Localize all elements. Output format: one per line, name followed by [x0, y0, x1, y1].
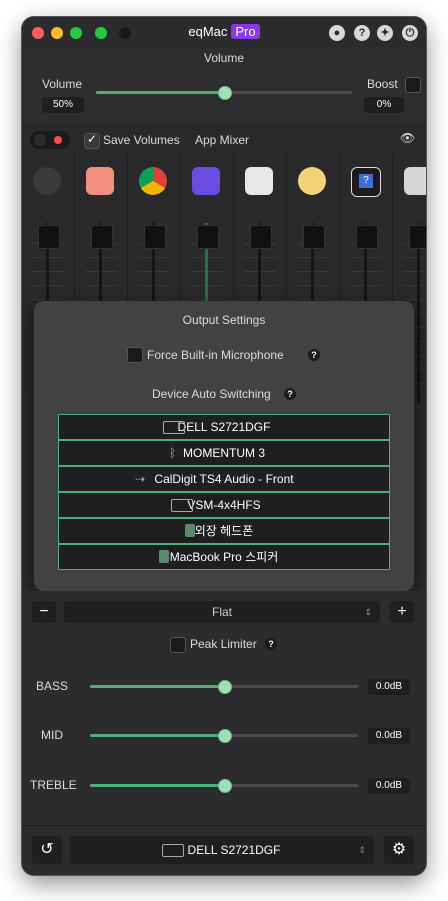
settings-gear-icon[interactable]: ⚙ — [384, 836, 414, 864]
wrench-icon[interactable]: ✦ — [377, 25, 393, 41]
notes-icon — [86, 167, 114, 195]
output-settings-popup: Output Settings Force Built-in Microphon… — [34, 301, 414, 591]
volume-slider-knob[interactable] — [218, 86, 232, 100]
app-yellow-icon — [298, 167, 326, 195]
chevron-updown-icon: ⇕ — [358, 845, 366, 855]
mid-label: MID — [41, 728, 63, 742]
fader-knob[interactable] — [197, 225, 219, 249]
popup-title: Output Settings — [182, 313, 266, 327]
volume-label: Volume — [42, 77, 83, 91]
peak-limiter-checkbox[interactable] — [170, 637, 186, 653]
device-item[interactable]: DELL S2721DGF — [58, 414, 390, 440]
speaker-icon — [33, 167, 61, 195]
fader-knob[interactable] — [303, 225, 325, 249]
boost-label: Boost — [367, 77, 398, 91]
mixer-toggle[interactable] — [30, 131, 70, 149]
volume-section-title: Volume — [203, 51, 245, 65]
hdmi-icon — [162, 844, 184, 857]
peak-limiter-label: Peak Limiter — [190, 637, 257, 651]
bass-value[interactable]: 0.0dB — [368, 679, 410, 695]
boost-value[interactable]: 0% — [364, 97, 404, 113]
pro-badge: Pro — [231, 24, 260, 39]
fader-track — [417, 223, 420, 403]
device-item[interactable]: ⇢ CalDigit TS4 Audio - Front — [58, 466, 390, 492]
fader-knob[interactable] — [250, 225, 272, 249]
fader-knob[interactable] — [144, 225, 166, 249]
title-bar: eqMac Pro ● ? ✦ ⏻ — [22, 17, 426, 47]
force-mic-label: Force Built-in Microphone — [147, 348, 284, 362]
auto-switch-label: Device Auto Switching — [152, 387, 271, 401]
speaker-icon — [185, 524, 195, 537]
boost-checkbox[interactable] — [405, 77, 421, 93]
save-volumes-checkbox[interactable]: ✓ — [84, 132, 100, 149]
remove-preset-button[interactable]: − — [32, 601, 56, 623]
device-item[interactable]: 외장 헤드폰 — [58, 518, 390, 544]
preset-select[interactable]: Flat ⇕ — [64, 601, 380, 623]
device-item[interactable]: VSM-4x4HFS — [58, 492, 390, 518]
bass-label: BASS — [36, 679, 69, 693]
auto-switch-help-icon[interactable]: ? — [284, 388, 296, 400]
mid-value[interactable]: 0.0dB — [368, 728, 410, 744]
volume-slider-fill — [96, 91, 224, 94]
fader-knob[interactable] — [409, 225, 426, 249]
mid-slider-knob[interactable] — [218, 729, 232, 743]
treble-value[interactable]: 0.0dB — [368, 778, 410, 794]
help-icon[interactable]: ? — [354, 25, 370, 41]
device-item[interactable]: MacBook Pro 스피커 — [58, 544, 390, 570]
volume-value[interactable]: 50% — [42, 97, 84, 113]
eye-slash-icon[interactable]: 👁 — [400, 131, 418, 145]
usb-icon: ⇢ — [135, 472, 146, 486]
chevron-updown-icon: ⇕ — [364, 607, 372, 617]
treble-slider-knob[interactable] — [218, 779, 232, 793]
add-preset-button[interactable]: + — [390, 601, 414, 623]
power-icon[interactable]: ⏻ — [402, 25, 418, 41]
device-name: DELL S2721DGF — [177, 420, 271, 434]
output-device-name: DELL S2721DGF — [187, 843, 281, 857]
device-item[interactable]: ᛒ MOMENTUM 3 — [58, 440, 390, 466]
hdmi-icon — [171, 499, 193, 512]
app-mixer-label: App Mixer — [195, 133, 250, 147]
fader-knob[interactable] — [91, 225, 113, 249]
bluetooth-icon: ᛒ — [169, 446, 177, 460]
eqmac-window: eqMac Pro ● ? ✦ ⏻ Volume Volume 50% Boost… — [22, 17, 426, 875]
device-name: VSM-4x4HFS — [187, 498, 261, 512]
force-mic-help-icon[interactable]: ? — [308, 349, 320, 361]
user-icon[interactable]: ● — [329, 25, 345, 41]
hdmi-icon — [163, 421, 185, 434]
mixer-toggle-thumb — [34, 134, 46, 146]
preset-value: Flat — [211, 605, 232, 619]
peak-limiter-help-icon[interactable]: ? — [265, 638, 277, 650]
bass-slider-fill — [90, 685, 224, 688]
device-name: MOMENTUM 3 — [183, 446, 265, 460]
app-name: eqMac — [188, 24, 228, 39]
footer-bar: ↺ DELL S2721DGF ⇕ ⚙ — [22, 825, 426, 875]
mixer-toggle-indicator — [54, 136, 62, 144]
treble-label: TREBLE — [30, 778, 77, 792]
speaker-icon — [159, 550, 169, 563]
mid-slider-fill — [90, 734, 224, 737]
force-mic-checkbox[interactable] — [127, 347, 143, 363]
bass-slider-knob[interactable] — [218, 680, 232, 694]
reset-icon[interactable]: ↺ — [32, 836, 62, 864]
fader-knob[interactable] — [38, 225, 60, 249]
app-light-icon — [404, 167, 426, 195]
chrome-icon — [139, 167, 167, 195]
equalizer-section: − Flat ⇕ + Peak Limiter ? BASS 0.0dB MID… — [22, 591, 426, 841]
device-name: MacBook Pro 스피커 — [169, 550, 279, 564]
app-white-icon — [245, 167, 273, 195]
treble-slider-fill — [90, 784, 224, 787]
save-volumes-label: Save Volumes — [103, 133, 180, 147]
question-app-icon: ? — [351, 167, 381, 197]
device-name: 외장 헤드폰 — [194, 524, 254, 538]
fader-knob[interactable] — [356, 225, 378, 249]
output-device-select[interactable]: DELL S2721DGF ⇕ — [70, 836, 374, 864]
app-purple-icon — [192, 167, 220, 195]
device-name: CalDigit TS4 Audio - Front — [154, 472, 294, 486]
